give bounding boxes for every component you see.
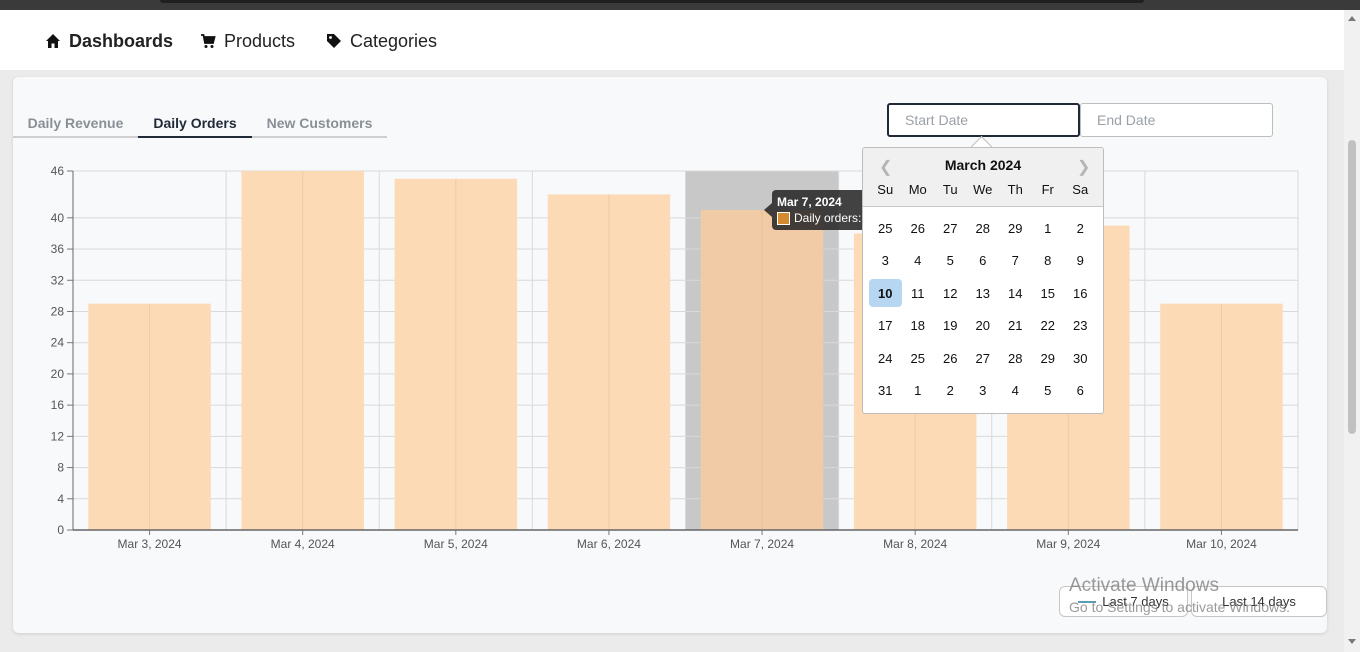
x-tick-label: Mar 3, 2024 <box>118 537 182 551</box>
calendar-week: 25 26 27 28 29 1 2 <box>869 214 1097 247</box>
calendar-day[interactable]: 5 <box>1032 377 1065 405</box>
y-tick-label: 24 <box>51 336 65 350</box>
calendar-day[interactable]: 25 <box>902 344 935 372</box>
scroll-thumb[interactable] <box>1348 140 1356 434</box>
calendar-day[interactable]: 1 <box>902 377 935 405</box>
x-tick-label: Mar 7, 2024 <box>730 537 794 551</box>
calendar-day[interactable]: 31 <box>869 377 902 405</box>
calendar-day[interactable]: 2 <box>934 377 967 405</box>
last-14-days-label: Last 14 days <box>1222 594 1296 609</box>
calendar-day[interactable]: 24 <box>869 344 902 372</box>
calendar-day[interactable]: 25 <box>869 214 902 242</box>
calendar-day[interactable]: 20 <box>967 312 1000 340</box>
calendar-week: 24 25 26 27 28 29 30 <box>869 344 1097 377</box>
weekday-label: Fr <box>1041 182 1054 197</box>
last-7-days-button[interactable]: Last 7 days <box>1059 586 1188 617</box>
calendar-day[interactable]: 2 <box>1064 214 1097 242</box>
x-tick-label: Mar 8, 2024 <box>883 537 947 551</box>
chevron-right-icon[interactable]: ❯ <box>1077 157 1090 177</box>
calendar-day[interactable]: 30 <box>1064 344 1097 372</box>
calendar-day[interactable]: 17 <box>869 312 902 340</box>
y-tick-label: 16 <box>51 398 65 412</box>
x-tick-label: Mar 4, 2024 <box>271 537 335 551</box>
weekday-label: Sa <box>1072 182 1089 197</box>
calendar-day[interactable]: 7 <box>999 247 1032 275</box>
x-tick-label: Mar 9, 2024 <box>1036 537 1100 551</box>
tooltip-swatch <box>777 211 790 225</box>
calendar-day[interactable]: 27 <box>934 214 967 242</box>
calendar-week: 10 11 12 13 14 15 16 <box>869 279 1097 312</box>
date-picker-calendar: ❮ March 2024 ❯ Su Mo Tu We Th Fr Sa 25 26 27 28 29… <box>862 147 1104 414</box>
calendar-day[interactable]: 3 <box>869 247 902 275</box>
calendar-month-label: March 2024 <box>944 157 1022 173</box>
calendar-day[interactable]: 6 <box>967 247 1000 275</box>
calendar-day[interactable]: 6 <box>1064 377 1097 405</box>
scroll-down-arrow-icon[interactable] <box>1348 639 1356 644</box>
calendar-day[interactable]: 19 <box>934 312 967 340</box>
weekday-label: We <box>973 182 993 197</box>
calendar-week: 31 1 2 3 4 5 6 <box>869 377 1097 410</box>
y-tick-label: 32 <box>51 273 65 287</box>
calendar-day[interactable]: 18 <box>902 312 935 340</box>
weekday-label: Th <box>1007 182 1023 197</box>
calendar-weekdays: Su Mo Tu We Th Fr Sa <box>863 182 1103 197</box>
daily-orders-chart: 048121620242832364046Mar 3, 2024 Mar 4, 2… <box>51 164 1299 551</box>
calendar-day[interactable]: 22 <box>1032 312 1065 340</box>
calendar-day[interactable]: 5 <box>934 247 967 275</box>
y-tick-label: 36 <box>51 242 65 256</box>
calendar-header: ❮ March 2024 ❯ Su Mo Tu We Th Fr Sa <box>863 148 1103 207</box>
calendar-days-grid: 25 26 27 28 29 1 2 3 4 5 6 7 8 9 10 11 12 13 14 15 16 17 18 19 2… <box>869 214 1097 409</box>
calendar-day[interactable]: 1 <box>1032 214 1065 242</box>
tooltip-row: Daily orders: <box>777 211 867 225</box>
calendar-day[interactable]: 15 <box>1032 279 1065 307</box>
calendar-day[interactable]: 8 <box>1032 247 1065 275</box>
tooltip-label: Daily orders: <box>794 211 862 225</box>
calendar-day[interactable]: 4 <box>999 377 1032 405</box>
chart-tooltip: Mar 7, 2024 Daily orders: <box>772 190 867 230</box>
y-tick-label: 20 <box>51 367 65 381</box>
tooltip-arrow <box>764 203 772 217</box>
calendar-day[interactable]: 23 <box>1064 312 1097 340</box>
calendar-day[interactable]: 10 <box>869 279 902 307</box>
x-tick-label: Mar 6, 2024 <box>577 537 641 551</box>
weekday-label: Mo <box>908 182 927 197</box>
calendar-day[interactable]: 4 <box>902 247 935 275</box>
line-legend-icon <box>1078 600 1097 603</box>
last-14-days-button[interactable]: Last 14 days <box>1191 586 1327 617</box>
tooltip-title: Mar 7, 2024 <box>777 195 842 209</box>
calendar-day[interactable]: 27 <box>967 344 1000 372</box>
weekday-label: Su <box>877 182 894 197</box>
y-tick-label: 4 <box>57 492 64 506</box>
calendar-day[interactable]: 12 <box>934 279 967 307</box>
calendar-day[interactable]: 3 <box>967 377 1000 405</box>
calendar-day[interactable]: 21 <box>999 312 1032 340</box>
calendar-week: 3456789 <box>869 247 1097 280</box>
calendar-day[interactable]: 28 <box>967 214 1000 242</box>
y-tick-label: 0 <box>57 523 64 537</box>
y-tick-label: 40 <box>51 211 65 225</box>
y-tick-label: 8 <box>57 461 64 475</box>
calendar-day[interactable]: 11 <box>902 279 935 307</box>
calendar-day[interactable]: 16 <box>1064 279 1097 307</box>
y-tick-label: 12 <box>51 429 65 443</box>
scroll-up-arrow-icon[interactable] <box>1348 16 1356 21</box>
page-scrollbar[interactable] <box>1344 10 1360 652</box>
calendar-day[interactable]: 26 <box>902 214 935 242</box>
calendar-day[interactable]: 29 <box>999 214 1032 242</box>
y-tick-label: 46 <box>51 164 65 178</box>
weekday-label: Tu <box>942 182 958 197</box>
calendar-day[interactable]: 14 <box>999 279 1032 307</box>
calendar-day[interactable]: 29 <box>1032 344 1065 372</box>
calendar-day[interactable]: 26 <box>934 344 967 372</box>
calendar-day[interactable]: 28 <box>999 344 1032 372</box>
calendar-day[interactable]: 9 <box>1064 247 1097 275</box>
calendar-week: 17 18 19 20 21 22 23 <box>869 312 1097 345</box>
x-tick-label: Mar 5, 2024 <box>424 537 488 551</box>
calendar-day[interactable]: 13 <box>967 279 1000 307</box>
last-7-days-label: Last 7 days <box>1102 594 1169 609</box>
x-tick-label: Mar 10, 2024 <box>1186 537 1257 551</box>
y-tick-label: 28 <box>51 304 65 318</box>
